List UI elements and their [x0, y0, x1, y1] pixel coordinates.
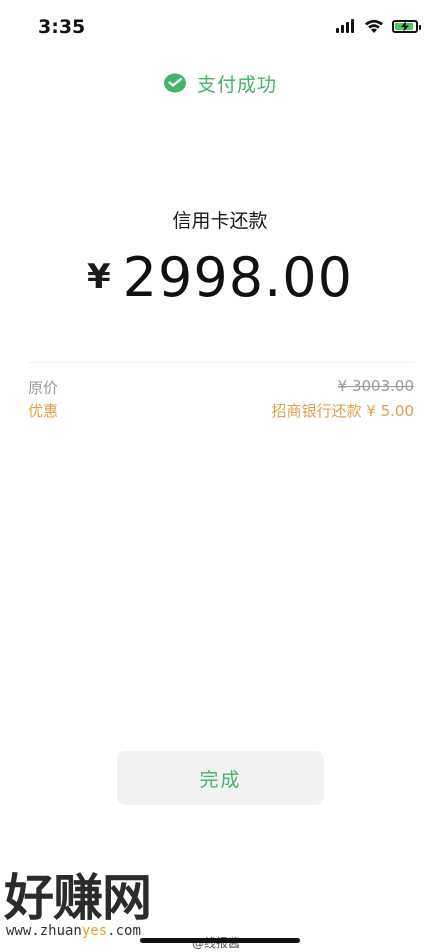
- amount-value: 2998.00: [122, 246, 353, 309]
- status-icons: [336, 18, 421, 34]
- watermark-url: www.zhuanyes.com: [6, 923, 141, 939]
- divider: [28, 362, 414, 363]
- watermark-url-prefix: www.zhuan: [6, 923, 82, 939]
- watermark-title: 好赚网: [4, 869, 152, 927]
- payment-title: 信用卡还款: [172, 210, 268, 232]
- original-price-row: 原价 ¥ 3003.00: [28, 377, 414, 398]
- discount-label: 优惠: [28, 402, 59, 420]
- home-indicator[interactable]: [140, 938, 300, 943]
- payment-success-header: 支付成功: [0, 70, 440, 97]
- signal-icon: [336, 19, 356, 33]
- success-text: 支付成功: [196, 74, 277, 96]
- amount-row: ¥ 2998.00: [0, 246, 440, 309]
- original-price-value: ¥ 3003.00: [337, 377, 414, 395]
- wifi-icon: [365, 19, 383, 33]
- watermark-url-suffix: .com: [107, 923, 141, 939]
- done-button[interactable]: 完成: [117, 751, 324, 805]
- discount-value: 招商银行还款 ¥ 5.00: [271, 402, 414, 420]
- original-price-label: 原价: [28, 379, 59, 397]
- status-bar: 3:35: [0, 0, 440, 56]
- watermark-url-highlight: yes: [81, 923, 108, 939]
- currency-symbol: ¥: [87, 257, 111, 297]
- wechat-pay-icon: [163, 73, 186, 92]
- status-time: 3:35: [38, 16, 86, 38]
- discount-row: 优惠 招商银行还款 ¥ 5.00: [28, 400, 414, 421]
- battery-charging-icon: [392, 19, 421, 33]
